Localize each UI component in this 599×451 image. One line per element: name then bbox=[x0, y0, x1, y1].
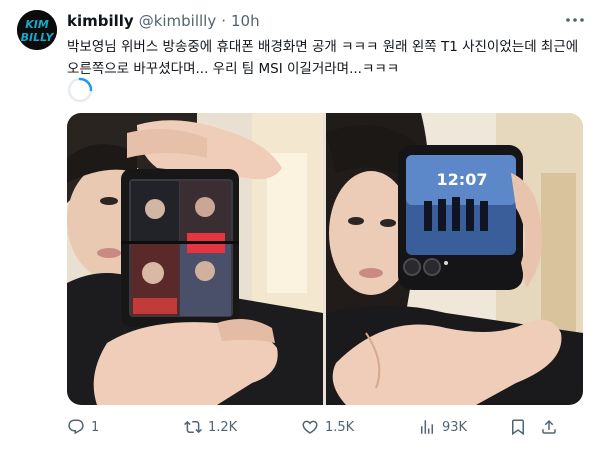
share-icon bbox=[542, 419, 556, 434]
like-button[interactable]: 1.5K bbox=[301, 417, 354, 437]
tweet-actions: 1 1.2K 1.5K 93K bbox=[67, 417, 587, 437]
right-phone-clock: 12:07 bbox=[437, 170, 488, 189]
retweet-count: 1.2K bbox=[208, 419, 238, 435]
timestamp[interactable]: 10h bbox=[231, 12, 260, 30]
photo-right[interactable]: 12:07 bbox=[326, 113, 583, 405]
reply-icon bbox=[68, 419, 84, 435]
like-count: 1.5K bbox=[325, 419, 355, 435]
more-button[interactable] bbox=[565, 11, 585, 29]
kimbilly-logo: KIM BILLY bbox=[17, 10, 57, 50]
tweet-text: 박보영님 위버스 방송중에 휴대폰 배경화면 공개 ㅋㅋㅋ 원래 왼쪽 T1 사… bbox=[67, 39, 583, 77]
tweet-media: 12:07 bbox=[67, 113, 583, 405]
left-photo-image bbox=[67, 113, 323, 405]
tweet-header: kimbilly @kimbillly · 10h bbox=[67, 11, 260, 31]
retweet-button[interactable]: 1.2K bbox=[184, 417, 237, 437]
user-handle[interactable]: @kimbillly bbox=[139, 12, 217, 30]
bookmark-icon bbox=[512, 419, 524, 436]
svg-text:BILLY: BILLY bbox=[21, 31, 55, 44]
bookmark-button[interactable] bbox=[509, 417, 527, 437]
reply-count: 1 bbox=[91, 419, 100, 435]
more-horizontal-icon bbox=[566, 18, 584, 22]
photo-left[interactable] bbox=[67, 113, 323, 405]
tweet-card: KIM BILLY kimbilly @kimbillly · 10h 박보영님… bbox=[0, 0, 599, 451]
views-icon bbox=[421, 420, 433, 434]
svg-text:KIM: KIM bbox=[25, 18, 49, 31]
right-photo-image: 12:07 bbox=[326, 113, 583, 405]
share-button[interactable] bbox=[540, 417, 558, 437]
display-name[interactable]: kimbilly bbox=[67, 12, 134, 30]
retweet-icon bbox=[184, 420, 202, 434]
view-count: 93K bbox=[442, 419, 468, 435]
separator-dot: · bbox=[221, 12, 227, 30]
avatar[interactable]: KIM BILLY bbox=[17, 10, 57, 50]
reply-button[interactable]: 1 bbox=[67, 417, 99, 437]
heart-icon bbox=[302, 420, 318, 434]
loading-spinner-icon bbox=[67, 77, 93, 103]
views-button[interactable]: 93K bbox=[418, 417, 467, 437]
